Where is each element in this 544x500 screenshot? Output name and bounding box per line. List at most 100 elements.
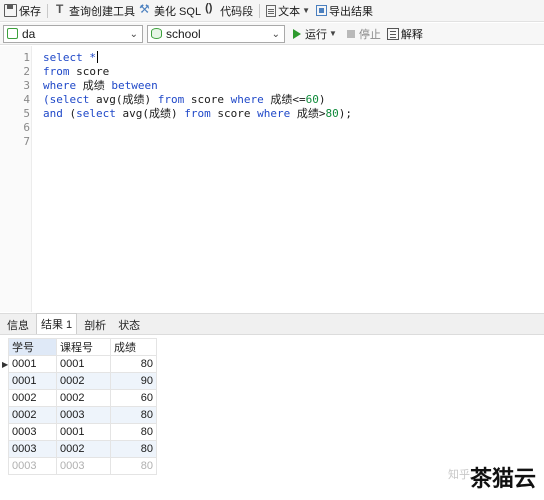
code-line: (select avg(成绩) from score where 成绩<=60) [43,93,325,107]
table-cell[interactable]: 0003 [56,406,111,424]
chevron-down-icon: ⌄ [129,28,138,40]
query-builder-button[interactable]: 查询创建工具 [52,1,137,21]
sql-text: score [210,107,258,120]
line-number: 3 [23,79,30,92]
table-row[interactable]: 0001 0002 90 [8,372,157,390]
table-cell[interactable]: 60 [110,389,157,407]
explain-icon [386,27,399,40]
text-button[interactable]: 文本 ▼ [264,1,314,21]
line-number: 4 [23,93,30,106]
connection-select[interactable]: da ⌄ [3,24,143,43]
table-cell[interactable]: 0002 [8,406,57,424]
result-tab[interactable]: 剖析 [79,315,111,334]
code-snippet-icon [205,2,218,17]
code-line: where 成绩 between [43,79,158,93]
result-tab-bar: 信息 结果 1 剖析 状态 [0,313,544,335]
table-cell[interactable]: 0002 [56,440,111,458]
text-icon [266,4,277,17]
beautify-sql-button[interactable]: 美化 SQL [137,1,203,21]
connection-icon [7,28,18,39]
column-header[interactable]: 学号 [8,338,57,356]
sql-text: avg(成绩) [115,107,185,120]
table-row[interactable]: 0002 0003 80 [8,406,157,424]
sql-keyword: from [184,107,211,120]
export-label: 导出结果 [329,5,373,18]
play-icon [293,28,301,39]
result-tab[interactable]: 结果 1 [36,313,78,334]
main-toolbar: 保存 查询创建工具 美化 SQL 代码段 文本 ▼ 导出结果 [0,0,544,22]
export-icon [316,5,327,16]
sql-text: score [69,65,110,78]
sql-keyword: where [43,79,77,92]
code-snippet-button[interactable]: 代码段 [203,1,255,21]
sql-keyword: select [76,107,116,120]
sql-keyword: where [230,93,264,106]
sql-keyword: between [111,79,158,92]
table-cell[interactable]: 0002 [56,372,111,390]
sql-text: avg(成绩) [89,93,158,106]
explain-button[interactable]: 解释 [381,26,423,42]
sql-text: 成绩<= [263,93,306,106]
sql-keyword: select * [43,51,96,64]
table-cell[interactable]: 0002 [56,389,111,407]
table-cell[interactable]: 0003 [8,457,57,475]
table-cell[interactable]: 80 [110,423,157,441]
save-icon [4,4,17,17]
line-number: 5 [23,107,30,120]
sql-editor[interactable]: 1234567 select * from score where 成绩 betwe… [0,46,544,312]
chevron-down-icon: ⌄ [271,28,280,40]
result-table[interactable]: 学号 课程号 成绩 0001 0001 80 0001 0002 90 0002 0002 60 00… [8,338,157,475]
explain-label: 解释 [400,28,423,41]
run-button[interactable]: 运行 ▼ [293,26,339,42]
table-cell[interactable]: 0001 [8,355,57,373]
table-cell[interactable]: 80 [110,440,157,458]
code-snippet-label: 代码段 [220,5,254,18]
table-row[interactable]: 0002 0002 60 [8,389,157,407]
database-icon [151,28,162,39]
sql-keyword: (select [43,93,90,106]
table-row[interactable]: 0003 0003 80 [8,457,157,475]
table-cell[interactable]: 0003 [56,457,111,475]
table-cell[interactable]: 80 [110,406,157,424]
line-number: 2 [23,65,30,78]
result-tab[interactable]: 信息 [2,315,34,334]
table-row[interactable]: 0003 0002 80 [8,440,157,458]
watermark-site: 知乎 [448,468,470,481]
text-label: 文本 [278,5,301,18]
toolbar-divider [47,3,48,18]
result-tab[interactable]: 状态 [113,315,145,334]
sql-keyword: from [157,93,185,106]
table-row[interactable]: 0003 0001 80 [8,423,157,441]
watermark-brand: 茶猫云 [470,467,537,492]
query-builder-label: 查询创建工具 [69,5,135,18]
sql-text: score [184,93,231,106]
table-cell[interactable]: 0001 [56,355,111,373]
code-line: and (select avg(成绩) from score where 成绩>… [43,107,352,121]
sql-text: ); [338,107,352,120]
table-cell[interactable]: 90 [110,372,157,390]
table-cell[interactable]: 0003 [8,440,57,458]
column-header[interactable]: 课程号 [56,338,111,356]
beautify-icon [139,2,152,17]
table-cell[interactable]: 0001 [56,423,111,441]
dropdown-caret-icon: ▼ [302,6,310,15]
sql-number: 80 [325,107,339,120]
table-cell[interactable]: 80 [110,457,157,475]
table-cell[interactable]: 0003 [8,423,57,441]
database-value: school [166,26,201,41]
sql-number: 60 [305,93,319,106]
table-row[interactable]: 0001 0001 80 [8,355,157,373]
code-line: from score [43,65,109,79]
line-number-gutter: 1234567 [0,46,32,312]
sql-text: 成绩 [76,79,112,92]
table-cell[interactable]: 0001 [8,372,57,390]
dropdown-caret-icon: ▼ [329,29,337,38]
stop-button[interactable]: 停止 [339,26,381,42]
save-button[interactable]: 保存 [2,1,43,21]
table-cell[interactable]: 80 [110,355,157,373]
table-cell[interactable]: 0002 [8,389,57,407]
column-header[interactable]: 成绩 [110,338,157,356]
export-results-button[interactable]: 导出结果 [314,1,375,21]
database-select[interactable]: school ⌄ [147,24,285,43]
connection-value: da [22,26,36,41]
